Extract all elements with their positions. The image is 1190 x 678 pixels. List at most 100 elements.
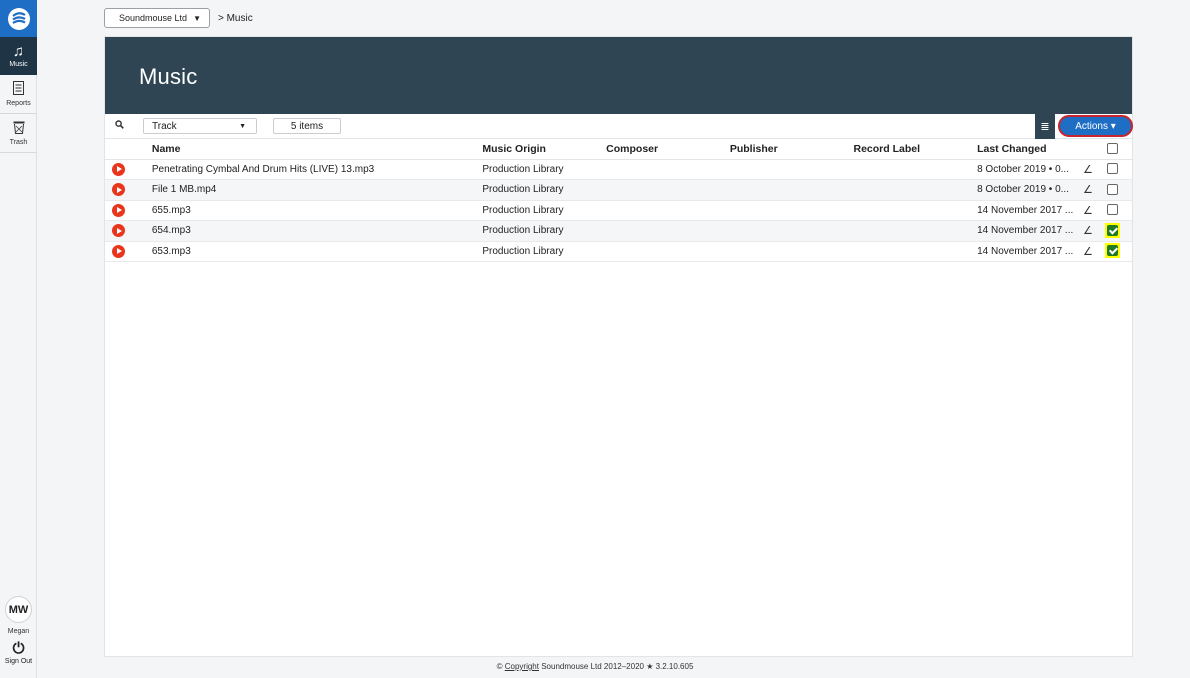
record-label-cell xyxy=(853,159,978,180)
edit-pencil-icon[interactable]: ∠ xyxy=(1083,205,1093,217)
name-cell: 655.mp3 xyxy=(151,200,483,221)
row-checkbox[interactable] xyxy=(1106,204,1118,216)
table-row[interactable]: 653.mp3 Production Library 14 November 2… xyxy=(105,241,1132,262)
row-checkbox[interactable] xyxy=(1106,245,1118,257)
column-header-record-label[interactable]: Record Label xyxy=(853,139,978,160)
play-icon[interactable] xyxy=(112,162,125,176)
table-row[interactable]: 655.mp3 Production Library 14 November 2… xyxy=(105,200,1132,221)
origin-cell: Production Library xyxy=(482,241,607,262)
origin-cell: Production Library xyxy=(482,159,607,180)
caret-down-icon: ▼ xyxy=(193,13,201,23)
edit-pencil-icon[interactable]: ∠ xyxy=(1083,164,1093,176)
publisher-cell xyxy=(729,159,854,180)
select-all-checkbox[interactable] xyxy=(1106,142,1118,154)
record-label-cell xyxy=(853,241,978,262)
nav-item-reports[interactable]: Reports xyxy=(0,75,37,113)
organization-select-value: Soundmouse Ltd xyxy=(119,13,188,23)
organization-select[interactable]: Soundmouse Ltd ▼ xyxy=(104,8,210,28)
footer-text: Soundmouse Ltd 2012–2020 ★ 3.2.10.605 xyxy=(541,662,694,671)
origin-cell: Production Library xyxy=(482,200,607,221)
actions-button[interactable]: Actions ▾ xyxy=(1058,115,1133,137)
row-checkbox-wrap xyxy=(1105,161,1120,176)
composer-cell xyxy=(606,179,730,201)
edit-cell: ∠ xyxy=(1083,220,1105,242)
nav-item-music[interactable]: ♫ Music xyxy=(0,37,37,75)
avatar[interactable]: MW xyxy=(5,596,32,623)
record-label-cell xyxy=(853,179,978,201)
column-header-name[interactable]: Name xyxy=(151,139,483,160)
table-row[interactable]: 654.mp3 Production Library 14 November 2… xyxy=(105,220,1132,242)
edit-cell: ∠ xyxy=(1083,241,1105,262)
name-cell: 654.mp3 xyxy=(151,220,483,242)
publisher-cell xyxy=(729,179,854,201)
edit-pencil-icon[interactable]: ∠ xyxy=(1083,184,1093,196)
select-cell xyxy=(1104,220,1132,242)
row-checkbox-wrap xyxy=(1104,243,1120,259)
nav-divider xyxy=(0,152,37,153)
row-checkbox[interactable] xyxy=(1106,163,1118,175)
composer-cell xyxy=(606,220,730,242)
soundmouse-logo-icon[interactable] xyxy=(0,0,37,37)
last-changed-cell: 8 October 2019 • 0... xyxy=(977,159,1084,180)
edit-cell: ∠ xyxy=(1083,200,1105,221)
play-cell xyxy=(105,179,152,201)
table-header-row: Name Music Origin Composer Publisher Rec… xyxy=(105,139,1132,160)
record-label-cell xyxy=(853,220,978,242)
composer-cell xyxy=(606,159,730,180)
play-icon[interactable] xyxy=(112,224,125,238)
left-nav: ♫ Music Reports Trash MW Megan ⏻ Sign Ou… xyxy=(0,0,37,678)
copyright-symbol: © xyxy=(496,662,503,671)
nav-item-label: Trash xyxy=(9,138,28,146)
play-column-header xyxy=(105,139,152,160)
search-icon[interactable] xyxy=(105,120,133,132)
list-view-icon[interactable]: ≣ xyxy=(1035,114,1055,139)
edit-column-header xyxy=(1083,139,1105,160)
edit-pencil-icon[interactable]: ∠ xyxy=(1083,225,1093,237)
last-changed-cell: 8 October 2019 • 0... xyxy=(977,179,1084,201)
music-table: Name Music Origin Composer Publisher Rec… xyxy=(105,139,1132,262)
nav-item-label: Music xyxy=(9,61,28,68)
toolbar: Track ▼ 5 items ≣ Actions ▾ xyxy=(105,114,1133,139)
copyright-link[interactable]: Copyright xyxy=(505,662,539,671)
play-icon[interactable] xyxy=(112,244,125,258)
play-icon[interactable] xyxy=(112,183,125,197)
play-cell xyxy=(105,220,152,242)
breadcrumb-current: > Music xyxy=(217,12,253,24)
publisher-cell xyxy=(729,241,854,262)
composer-cell xyxy=(606,241,730,262)
items-count: 5 items xyxy=(273,118,341,134)
last-changed-cell: 14 November 2017 ... xyxy=(977,241,1084,262)
last-changed-cell: 14 November 2017 ... xyxy=(977,200,1084,221)
user-name: Megan xyxy=(7,628,30,635)
row-checkbox-wrap xyxy=(1104,222,1120,238)
column-header-last-changed[interactable]: Last Changed xyxy=(977,139,1084,160)
select-all-cell xyxy=(1104,139,1132,160)
select-cell xyxy=(1104,179,1132,201)
publisher-cell xyxy=(729,200,854,221)
column-header-origin[interactable]: Music Origin xyxy=(482,139,607,160)
table-row[interactable]: Penetrating Cymbal And Drum Hits (LIVE) … xyxy=(105,159,1132,180)
edit-pencil-icon[interactable]: ∠ xyxy=(1083,246,1093,258)
publisher-cell xyxy=(729,220,854,242)
play-icon[interactable] xyxy=(112,203,125,217)
table-row[interactable]: File 1 MB.mp4 Production Library 8 Octob… xyxy=(105,179,1132,201)
column-header-publisher[interactable]: Publisher xyxy=(729,139,854,160)
nav-item-trash[interactable]: Trash xyxy=(0,114,37,152)
row-checkbox[interactable] xyxy=(1106,183,1118,195)
trash-icon xyxy=(13,121,25,138)
play-cell xyxy=(105,241,152,262)
reports-icon xyxy=(13,81,24,99)
row-checkbox-wrap xyxy=(1105,202,1120,217)
name-cell: 653.mp3 xyxy=(151,241,483,262)
column-header-composer[interactable]: Composer xyxy=(606,139,730,160)
music-note-icon: ♫ xyxy=(12,43,25,60)
page-header: Music xyxy=(105,37,1132,114)
nav-item-label: Reports xyxy=(6,100,31,107)
edit-cell: ∠ xyxy=(1083,159,1105,180)
row-checkbox[interactable] xyxy=(1106,224,1118,236)
row-checkbox-wrap xyxy=(1105,182,1120,197)
music-panel: Music Track ▼ 5 items ≣ Actions ▾ Name M… xyxy=(104,36,1133,657)
select-all-checkbox-wrap xyxy=(1105,141,1120,156)
filter-type-select[interactable]: Track ▼ xyxy=(143,118,257,134)
edit-cell: ∠ xyxy=(1083,179,1105,201)
